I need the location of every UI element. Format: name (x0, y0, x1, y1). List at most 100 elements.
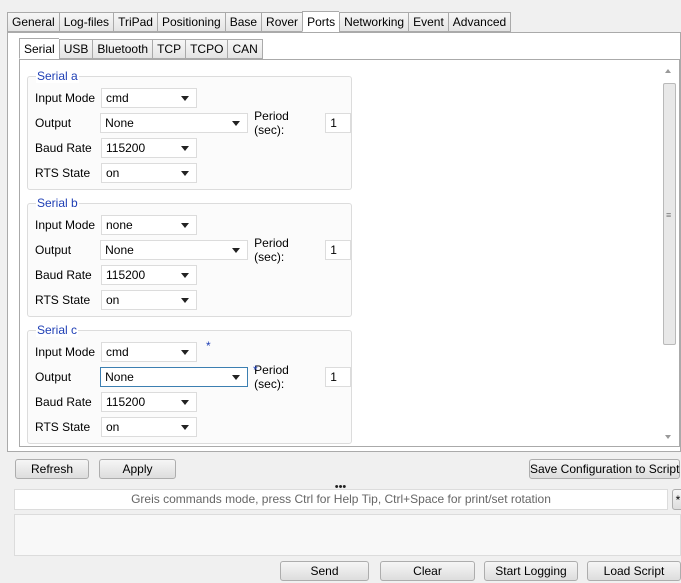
input-mode-label: Input Mode (35, 91, 96, 105)
chevron-down-icon (181, 273, 189, 278)
input-mode-row: Input Mode cmd * (35, 339, 211, 362)
rts-state-label: RTS State (35, 166, 91, 180)
tab-log-files[interactable]: Log-files (58, 12, 114, 32)
input-mode-select[interactable]: none (101, 215, 197, 235)
output-select[interactable]: None (100, 113, 249, 133)
baud-rate-row: Baud Rate 115200 (35, 265, 197, 285)
load-script-button[interactable]: Load Script (587, 561, 681, 581)
rts-state-label: RTS State (35, 420, 91, 434)
output-value: None (105, 243, 134, 257)
chevron-down-icon (232, 121, 241, 126)
input-mode-value: none (106, 218, 133, 232)
tab-usb[interactable]: USB (58, 39, 93, 59)
output-row: Output None * Period (sec): 1 (35, 363, 351, 391)
grip-icon: ≡ (666, 210, 672, 220)
clear-button[interactable]: Clear (380, 561, 475, 581)
baud-rate-value: 115200 (106, 141, 146, 155)
console-output (14, 514, 681, 556)
baud-rate-row: Baud Rate 115200 (35, 138, 197, 158)
chevron-down-icon (181, 171, 189, 176)
baud-rate-select[interactable]: 115200 (101, 265, 197, 285)
rts-state-select[interactable]: on (101, 163, 197, 183)
rts-state-select[interactable]: on (101, 417, 197, 437)
chevron-down-icon (181, 223, 189, 228)
vertical-scrollbar[interactable]: ≡ (662, 64, 676, 442)
input-mode-value: cmd (106, 91, 129, 105)
chevron-down-icon (181, 146, 189, 151)
serial-c-group: Serial c Input Mode cmd * Output None * … (27, 323, 352, 444)
modified-marker: * (253, 363, 258, 377)
send-button[interactable]: Send (280, 561, 369, 581)
chevron-down-icon (181, 350, 189, 355)
tab-rover[interactable]: Rover (261, 12, 303, 32)
input-mode-label: Input Mode (35, 345, 96, 359)
scrollbar-thumb[interactable]: ≡ (663, 83, 676, 345)
chevron-down-icon (181, 96, 189, 101)
save-configuration-button[interactable]: Save Configuration to Script (529, 459, 680, 479)
output-select[interactable]: None (100, 367, 249, 387)
baud-rate-label: Baud Rate (35, 141, 92, 155)
chevron-down-icon (181, 400, 189, 405)
tab-tcp[interactable]: TCP (152, 39, 186, 59)
output-select[interactable]: None (100, 240, 249, 260)
refresh-button[interactable]: Refresh (15, 459, 89, 479)
tab-positioning[interactable]: Positioning (156, 12, 225, 32)
splitter-handle[interactable]: ••• (0, 479, 681, 493)
apply-button[interactable]: Apply (99, 459, 176, 479)
tab-tcpo[interactable]: TCPO (185, 39, 228, 59)
rts-state-row: RTS State on (35, 290, 197, 310)
group-title: Serial a (36, 69, 79, 83)
baud-rate-value: 115200 (106, 395, 146, 409)
output-row: Output None Period (sec): 1 (35, 109, 351, 137)
serial-panel: Serial a Input Mode cmd Output None Peri… (19, 59, 680, 447)
tab-serial[interactable]: Serial (19, 38, 59, 59)
serial-a-group: Serial a Input Mode cmd Output None Peri… (27, 69, 352, 190)
rts-state-label: RTS State (35, 293, 91, 307)
period-field[interactable]: 1 (325, 240, 351, 260)
arrow-down-icon[interactable] (665, 435, 671, 439)
rts-state-value: on (106, 293, 120, 307)
output-label: Output (35, 370, 72, 384)
command-input[interactable]: Greis commands mode, press Ctrl for Help… (14, 489, 668, 510)
output-label: Output (35, 243, 72, 257)
tab-ports[interactable]: Ports (302, 11, 340, 32)
period-field[interactable]: 1 (325, 113, 351, 133)
output-value: None (105, 370, 134, 384)
group-title: Serial b (36, 196, 79, 210)
start-logging-button[interactable]: Start Logging (484, 561, 578, 581)
ports-sub-tab-bar: Serial USB Bluetooth TCP TCPO CAN (19, 38, 263, 59)
tab-event[interactable]: Event (408, 12, 448, 32)
tab-can[interactable]: CAN (227, 39, 263, 59)
period-field[interactable]: 1 (325, 367, 351, 387)
input-mode-row: Input Mode cmd (35, 88, 197, 108)
baud-rate-select[interactable]: 115200 (101, 138, 197, 158)
tab-general[interactable]: General (7, 12, 59, 32)
output-label: Output (35, 116, 72, 130)
rts-state-value: on (106, 420, 120, 434)
tab-bluetooth[interactable]: Bluetooth (92, 39, 153, 59)
baud-rate-label: Baud Rate (35, 268, 92, 282)
arrow-up-icon[interactable] (665, 69, 671, 73)
input-mode-label: Input Mode (35, 218, 96, 232)
baud-rate-value: 115200 (106, 268, 146, 282)
chevron-down-icon (181, 298, 189, 303)
chevron-down-icon (232, 248, 241, 253)
rts-state-select[interactable]: on (101, 290, 197, 310)
input-mode-select[interactable]: cmd (101, 88, 197, 108)
main-tab-bar: General Log-files TriPad Positioning Bas… (7, 11, 512, 32)
input-mode-select[interactable]: cmd (101, 342, 197, 362)
rts-state-row: RTS State on (35, 163, 197, 183)
output-row: Output None Period (sec): 1 (35, 236, 351, 264)
serial-b-group: Serial b Input Mode none Output None Per… (27, 196, 352, 317)
tab-base[interactable]: Base (224, 12, 262, 32)
tab-networking[interactable]: Networking (339, 12, 409, 32)
tab-tripad[interactable]: TriPad (113, 12, 157, 32)
command-options-button[interactable]: * (672, 489, 681, 510)
tab-advanced[interactable]: Advanced (447, 12, 512, 32)
rts-state-value: on (106, 166, 120, 180)
baud-rate-select[interactable]: 115200 (101, 392, 197, 412)
modified-marker: * (206, 339, 211, 353)
period-label: Period (sec): (254, 109, 289, 137)
period-label: Period (sec): (254, 363, 289, 391)
rts-state-row: RTS State on (35, 417, 197, 437)
